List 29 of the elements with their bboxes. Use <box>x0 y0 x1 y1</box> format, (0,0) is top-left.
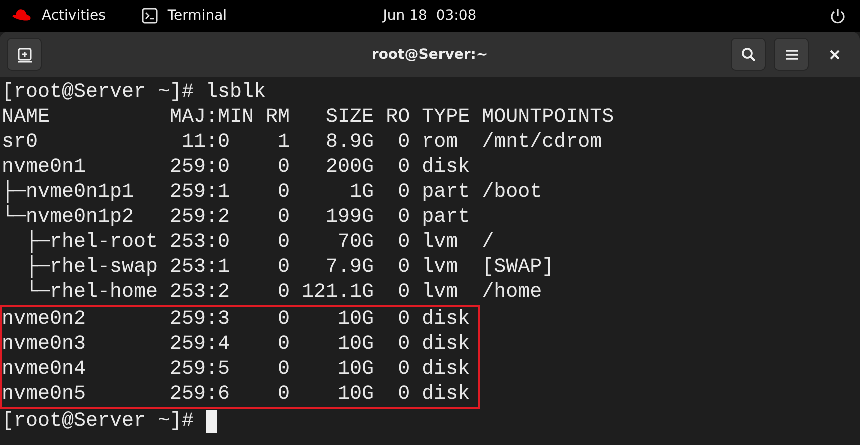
window-title: root@Server:~ <box>372 46 488 62</box>
power-icon[interactable] <box>830 8 846 24</box>
terminal-line: nvme0n4 259:5 0 10G 0 disk <box>2 357 472 382</box>
search-button[interactable] <box>731 38 766 71</box>
terminal-line: └─nvme0n1p2 259:2 0 199G 0 part <box>2 205 472 230</box>
menu-button[interactable] <box>774 38 809 71</box>
terminal-line: └─rhel-home 253:2 0 121.1G 0 lvm /home <box>25 280 544 305</box>
terminal-line: nvme0n1 259:0 0 200G 0 disk <box>2 155 472 180</box>
terminal-line: NAME MAJ:MIN RM SIZE RO TYPE MOUNTPOINTS <box>2 105 616 130</box>
terminal-line: ├─nvme0n1p1 259:1 0 1G 0 part /boot <box>2 180 544 205</box>
terminal-line: ├─rhel-swap 253:1 0 7.9G 0 lvm [SWAP] <box>25 255 556 280</box>
text-cursor <box>206 410 218 433</box>
terminal-line: [root@Server ~]# lsblk <box>2 80 268 105</box>
terminal-app-button[interactable]: Terminal <box>142 8 228 24</box>
activities-button[interactable]: Activities <box>12 8 106 24</box>
hat-logo <box>12 9 32 23</box>
terminal-line: sr0 11:0 1 8.9G 0 rom /mnt/cdrom <box>2 130 604 155</box>
menu-icon <box>784 48 798 60</box>
terminal-icon <box>142 8 158 24</box>
search-icon <box>740 46 756 62</box>
terminal-line: nvme0n2 259:3 0 10G 0 disk <box>2 307 472 332</box>
new-tab-icon <box>16 46 32 62</box>
terminal-prompt: [root@Server ~]# <box>2 409 196 434</box>
new-tab-button[interactable] <box>7 38 42 71</box>
terminal-line: nvme0n5 259:6 0 10G 0 disk <box>2 382 472 407</box>
terminal-line: ├─rhel-root 253:0 0 70G 0 lvm / <box>25 230 496 255</box>
terminal-line: nvme0n3 259:4 0 10G 0 disk <box>2 332 472 357</box>
clock[interactable]: Jun 18 03:08 <box>383 8 477 24</box>
close-icon <box>828 48 840 60</box>
